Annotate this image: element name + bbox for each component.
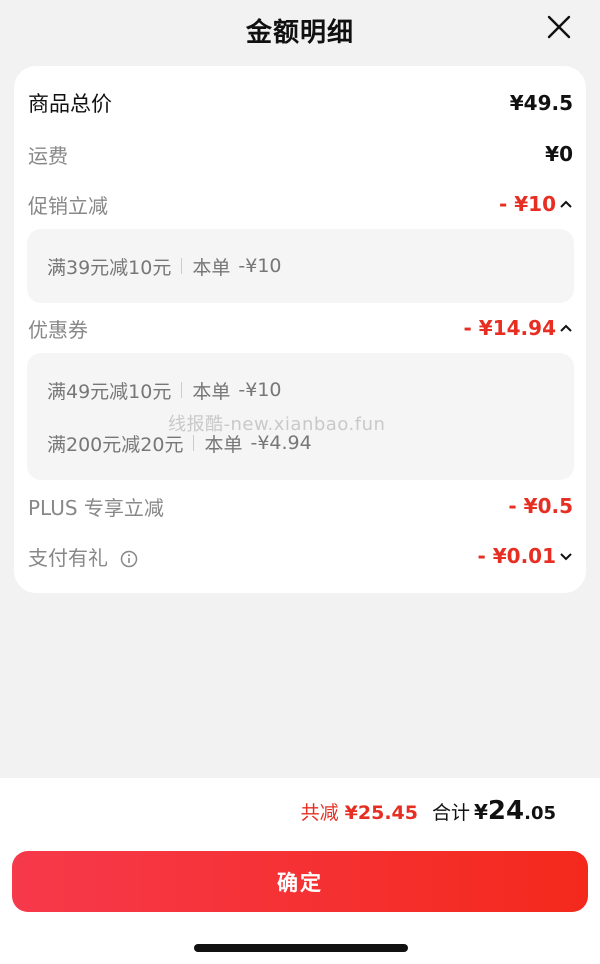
reduce-value: ¥25.45 [344, 802, 418, 824]
price-summary: 共减 ¥25.45 合计 ¥ 24 .05 [301, 796, 556, 828]
promo-value-wrap[interactable]: - ¥10 [499, 192, 573, 216]
coupon-detail-name: 满200元减20元 [47, 433, 184, 456]
goods-total-value: ¥49.5 [509, 91, 573, 115]
divider [193, 435, 195, 451]
confirm-button[interactable]: 确定 [12, 851, 588, 912]
coupon-label: 优惠券 [28, 317, 88, 342]
promo-detail-box: 满39元减10元 本单 -¥10 [27, 229, 574, 303]
row-shipping: 运费 ¥0 [28, 136, 573, 172]
divider [181, 258, 183, 274]
watermark: 线报酷-new.xianbao.fun [168, 414, 386, 435]
promo-detail-order: 本单 [192, 256, 231, 279]
total-currency: ¥ [474, 800, 488, 824]
amount-detail-card: 商品总价 ¥49.5 运费 ¥0 促销立减 - ¥10 满39元减10元 本单 … [14, 66, 586, 593]
plus-value: - ¥0.5 [508, 494, 573, 518]
shipping-value: ¥0 [545, 142, 573, 166]
pay-gift-value: - ¥0.01 [477, 544, 556, 568]
promo-detail-amount: -¥10 [238, 255, 282, 277]
chevron-up-icon[interactable] [559, 199, 573, 209]
home-indicator[interactable] [194, 944, 408, 952]
list-item: 满39元减10元 本单 -¥10 [47, 251, 282, 281]
pay-gift-label-wrap: 支付有礼 [28, 542, 138, 571]
chevron-up-icon[interactable] [559, 323, 573, 333]
close-icon[interactable] [546, 14, 572, 40]
promo-label: 促销立减 [28, 193, 108, 218]
shipping-label: 运费 [28, 143, 68, 168]
info-icon[interactable] [120, 550, 138, 568]
chevron-down-icon[interactable] [559, 551, 573, 561]
plus-label: PLUS 专享立减 [28, 495, 164, 520]
total-reduce: 共减 ¥25.45 [301, 798, 418, 825]
divider [181, 382, 183, 398]
coupon-detail-amount: -¥10 [238, 379, 282, 401]
coupon-detail-order: 本单 [192, 380, 231, 403]
goods-total-label: 商品总价 [28, 92, 112, 116]
list-item: 满49元减10元 本单 -¥10 [47, 375, 282, 405]
row-goods-total: 商品总价 ¥49.5 [28, 85, 573, 121]
modal-header: 金额明细 [0, 0, 600, 56]
row-coupon[interactable]: 优惠券 - ¥14.94 [28, 310, 573, 346]
coupon-value-wrap[interactable]: - ¥14.94 [464, 316, 573, 340]
pay-gift-label: 支付有礼 [28, 545, 108, 570]
promo-value: - ¥10 [498, 192, 556, 216]
reduce-label: 共减 [300, 802, 339, 824]
total-integer: 24 [487, 796, 525, 826]
row-plus: PLUS 专享立减 - ¥0.5 [28, 488, 573, 524]
promo-detail-name: 满39元减10元 [47, 256, 172, 279]
row-promo[interactable]: 促销立减 - ¥10 [28, 186, 573, 222]
page-title: 金额明细 [245, 18, 354, 48]
row-pay-gift[interactable]: 支付有礼 - ¥0.01 [28, 538, 573, 574]
total-label: 合计 [431, 802, 470, 824]
total-decimal: .05 [524, 803, 556, 824]
pay-gift-value-wrap[interactable]: - ¥0.01 [477, 544, 573, 568]
coupon-detail-name: 满49元减10元 [47, 380, 172, 403]
coupon-value: - ¥14.94 [463, 316, 556, 340]
